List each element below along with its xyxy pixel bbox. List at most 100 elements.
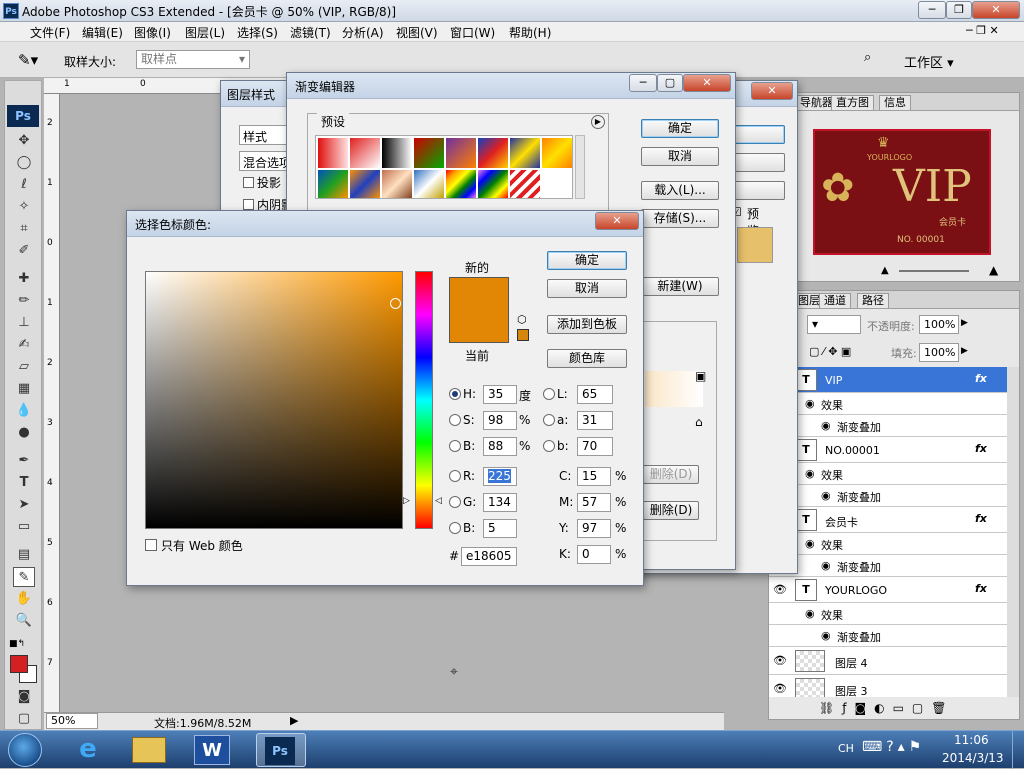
layer-row-no[interactable]: 👁 T NO.00001 fx (769, 437, 1007, 463)
quick-mask-icon[interactable]: ◙ (13, 687, 35, 707)
m-field[interactable]: 57 (577, 493, 611, 512)
menu-view[interactable]: 视图(V) (396, 24, 438, 41)
a-field[interactable]: 31 (577, 411, 613, 430)
presets-menu-icon[interactable]: ▶ (591, 115, 605, 129)
file-explorer-icon[interactable] (132, 737, 166, 763)
eyedropper-tool-icon[interactable]: ✎ (13, 567, 35, 587)
marquee-tool-icon[interactable]: ◯ (13, 153, 35, 173)
gradient-stop-top-icon[interactable]: ▣ (695, 369, 706, 383)
slice-tool-icon[interactable]: ✐ (13, 241, 35, 261)
layer-style-ok-button[interactable]: 确定 (731, 125, 785, 144)
h-field[interactable]: 35 (483, 385, 517, 404)
h-radio[interactable] (449, 388, 461, 400)
tab-channels[interactable]: 通道 (819, 293, 851, 308)
k-field[interactable]: 0 (577, 545, 611, 564)
add-to-swatches-button[interactable]: 添加到色板 (547, 315, 627, 334)
gradient-delete-opacity-button[interactable]: 删除(D) (643, 465, 699, 484)
color-picker-close-button[interactable]: ✕ (595, 212, 639, 230)
preset-swatch[interactable] (350, 138, 380, 168)
cube-warning-icon[interactable]: ⬡ (517, 313, 527, 326)
word-icon[interactable]: W (194, 735, 230, 765)
r-field[interactable]: 225 (483, 467, 517, 486)
show-desktop-button[interactable] (1012, 731, 1024, 769)
gradient-close-button[interactable]: ✕ (683, 74, 731, 92)
styles-list-header[interactable]: 样式 (239, 125, 287, 145)
clock-date[interactable]: 2014/3/13 (942, 751, 1004, 765)
eyedropper-icon[interactable]: ✎▾ (18, 51, 38, 69)
path-select-icon[interactable]: ➤ (13, 495, 35, 515)
r-radio[interactable] (449, 470, 461, 482)
clock-time[interactable]: 11:06 (954, 733, 989, 747)
layer-row-vip[interactable]: 👁 T VIP fx (769, 367, 1007, 393)
history-brush-icon[interactable]: ✍ (13, 335, 35, 355)
gradient-new-button[interactable]: 新建(W) (641, 277, 719, 296)
preset-swatch[interactable] (414, 170, 444, 198)
tab-paths[interactable]: 路径 (857, 293, 889, 308)
foreground-color-swatch[interactable] (10, 655, 28, 673)
gradient-delete-color-button[interactable]: 删除(D) (643, 501, 699, 520)
status-menu-arrow-icon[interactable]: ▶ (290, 714, 298, 727)
brush-tool-icon[interactable]: ✏ (13, 291, 35, 311)
lab-b-radio[interactable] (543, 440, 555, 452)
tab-histogram[interactable]: 直方图 (831, 95, 874, 110)
start-button[interactable] (8, 733, 42, 767)
b-field[interactable]: 88 (483, 437, 517, 456)
preset-swatch[interactable] (542, 138, 572, 168)
bridge-icon[interactable]: ⌕ (864, 50, 888, 70)
layer-row-member-card[interactable]: 👁 T 会员卡 fx (769, 507, 1007, 533)
zoom-out-icon[interactable]: ▲ (881, 265, 889, 276)
layer-effect-row[interactable]: ◉ 渐变叠加 (769, 415, 1007, 437)
layer-effect-row[interactable]: ◉ 渐变叠加 (769, 555, 1007, 577)
gradient-minimize-button[interactable]: ─ (629, 74, 657, 92)
layer-effect-row[interactable]: ◉ 渐变叠加 (769, 625, 1007, 647)
menu-image[interactable]: 图像(I) (134, 24, 171, 41)
blend-mode-select[interactable]: ▾ (807, 315, 861, 334)
gradient-stop-bottom-icon[interactable]: ⌂ (695, 415, 703, 429)
workspace-menu[interactable]: 工作区 ▾ (904, 52, 954, 71)
preset-swatch[interactable] (510, 138, 540, 168)
gradient-save-button[interactable]: 存储(S)... (641, 209, 719, 228)
visibility-eye-icon[interactable]: 👁 (773, 583, 787, 596)
zoom-field[interactable]: 50% (46, 713, 98, 729)
gradient-cancel-button[interactable]: 取消 (641, 147, 719, 166)
preset-swatch[interactable] (318, 138, 348, 168)
l-field[interactable]: 65 (577, 385, 613, 404)
menu-help[interactable]: 帮助(H) (509, 24, 551, 41)
type-tool-icon[interactable]: T (13, 473, 35, 493)
preset-swatch[interactable] (478, 138, 508, 168)
layer-row-4[interactable]: 👁 图层 4 (769, 647, 1007, 675)
zoom-slider[interactable] (899, 270, 969, 272)
gradient-maximize-button[interactable]: ▢ (657, 74, 683, 92)
minimize-button[interactable]: ─ (918, 1, 946, 19)
shape-tool-icon[interactable]: ▭ (13, 517, 35, 537)
color-libraries-button[interactable]: 颜色库 (547, 349, 627, 368)
ime-indicator[interactable]: CH (838, 742, 854, 755)
doc-window-controls[interactable]: ─ ❐ ✕ (966, 24, 999, 37)
menu-layer[interactable]: 图层(L) (185, 24, 225, 41)
magic-wand-icon[interactable]: ✧ (13, 197, 35, 217)
eraser-tool-icon[interactable]: ▱ (13, 357, 35, 377)
drop-shadow-checkbox[interactable] (243, 177, 254, 188)
menu-select[interactable]: 选择(S) (237, 24, 278, 41)
hex-field[interactable]: e18605 (461, 547, 517, 566)
gradient-tool-icon[interactable]: ▦ (13, 379, 35, 399)
color-field[interactable] (145, 271, 403, 529)
maximize-button[interactable]: ❐ (946, 1, 972, 19)
menu-window[interactable]: 窗口(W) (450, 24, 495, 41)
visibility-eye-icon[interactable]: 👁 (773, 682, 787, 695)
tab-info[interactable]: 信息 (879, 95, 911, 110)
layer-row-3[interactable]: 👁 图层 3 (769, 675, 1007, 697)
gradient-ok-button[interactable]: 确定 (641, 119, 719, 138)
preset-swatch[interactable] (382, 170, 412, 198)
opacity-arrow-icon[interactable]: ▶ (961, 318, 968, 328)
preset-swatch[interactable] (446, 170, 476, 198)
presets-scrollbar[interactable] (575, 135, 585, 199)
color-cancel-button[interactable]: 取消 (547, 279, 627, 298)
y-field[interactable]: 97 (577, 519, 611, 538)
zoom-tool-icon[interactable]: 🔍 (13, 611, 35, 631)
layer-effects-row[interactable]: ◉ 效果 (769, 603, 1007, 625)
lab-b-field[interactable]: 70 (577, 437, 613, 456)
menu-analysis[interactable]: 分析(A) (342, 24, 384, 41)
layer-effects-row[interactable]: ◉ 效果 (769, 463, 1007, 485)
color-ok-button[interactable]: 确定 (547, 251, 627, 270)
